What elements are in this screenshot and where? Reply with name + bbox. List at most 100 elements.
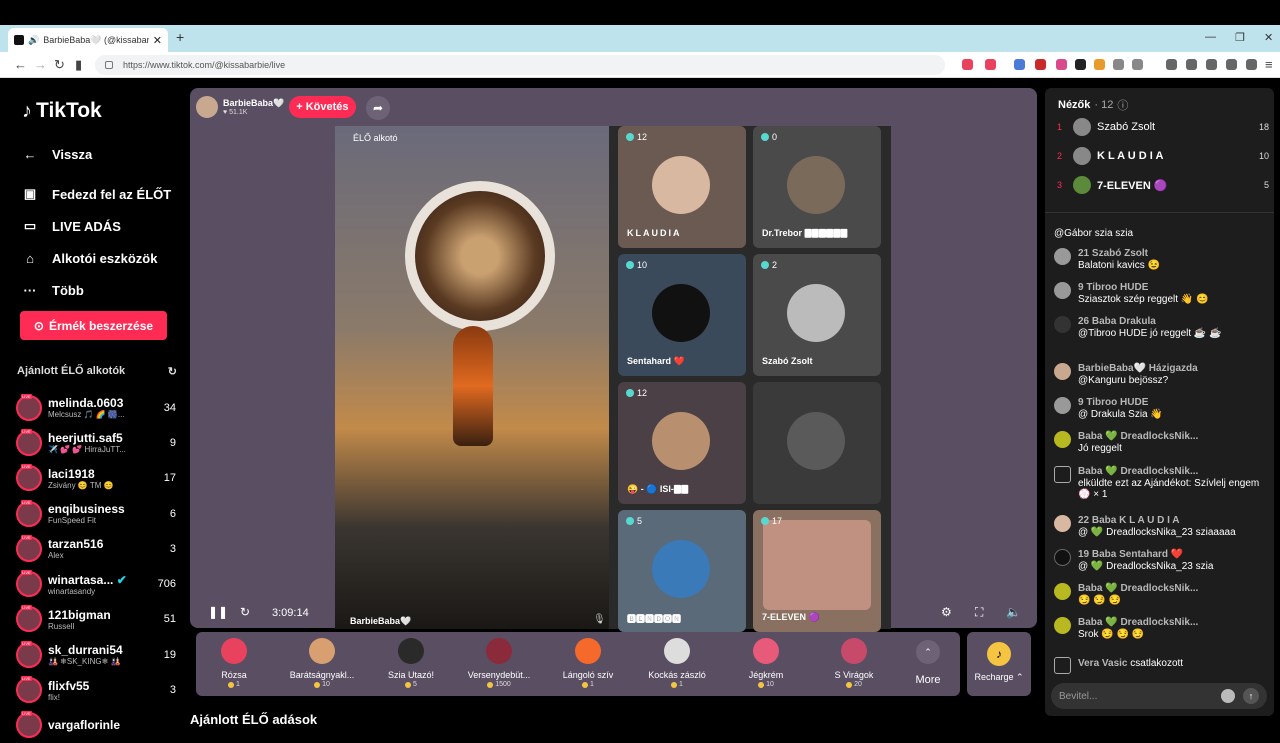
avatar[interactable] xyxy=(1054,617,1071,634)
guest-tile[interactable]: 12 😜 - 🔵 ISI-🀫🀫 xyxy=(618,382,746,504)
avatar[interactable] xyxy=(1054,583,1071,600)
nav-more[interactable]: ··· Több xyxy=(22,274,182,306)
extension-color-icon[interactable] xyxy=(1094,59,1105,70)
browser-tab[interactable]: 🔊 BarbieBaba🤍 (@kissabarbie ✕ xyxy=(8,28,168,52)
guest-tile[interactable]: 2 Szabó Zsolt xyxy=(753,254,881,376)
minimize-icon[interactable]: — xyxy=(1205,31,1216,43)
nav-back[interactable]: ← Vissza xyxy=(22,138,182,170)
top-viewer[interactable]: 2K L A U D I A 10 xyxy=(1057,145,1269,167)
close-window-icon[interactable]: ✕ xyxy=(1264,31,1273,44)
avatar[interactable] xyxy=(1054,248,1071,265)
video-player[interactable]: ÉLŐ alkotó BarbieBaba🤍 🎙 12 KLAUDIA 0 Dr.T… xyxy=(335,126,891,632)
maximize-icon[interactable]: ❐ xyxy=(1235,31,1245,44)
recharge-button[interactable]: ♪ Recharge ⌃ xyxy=(967,632,1031,696)
avatar[interactable] xyxy=(1054,431,1071,448)
rec-item[interactable]: sk_durrani54🎎 ❄SK_KING❄ 🎎19 xyxy=(16,637,176,672)
site-info-icon[interactable] xyxy=(105,61,113,69)
rec-item[interactable]: winartasa... ✔winartasandy706 xyxy=(16,566,176,601)
tiktok-page: ♪ TikTok ← Vissza ▣ Fedezd fel az ÉLŐT ▭ LIV… xyxy=(0,78,1280,739)
new-tab-icon[interactable]: + xyxy=(176,29,184,45)
avatar[interactable] xyxy=(1054,316,1071,333)
avatar[interactable] xyxy=(1054,397,1071,414)
volume-icon[interactable]: 🔈 xyxy=(1006,605,1021,619)
tiktok-favicon-icon xyxy=(14,35,24,45)
gift-item[interactable]: Kockás zászló 1 xyxy=(633,638,721,688)
chat-input[interactable]: Bevitel... ↑ xyxy=(1051,683,1267,709)
nav-live-studio[interactable]: ▭ LIVE ADÁS xyxy=(22,210,182,242)
share-icon[interactable]: ➦ xyxy=(366,96,390,120)
gift-item[interactable]: Rózsa 1 xyxy=(190,638,278,688)
nav-creator-tools[interactable]: ⌂ Alkotói eszközök xyxy=(22,242,182,274)
avatar[interactable] xyxy=(1054,282,1071,299)
nav-explore-live[interactable]: ▣ Fedezd fel az ÉLŐT xyxy=(22,178,182,210)
gift-item[interactable]: Versenydebüt... 1500 xyxy=(455,638,543,688)
sidebar-icon[interactable] xyxy=(1186,59,1197,70)
settings-gear-icon[interactable]: ⚙ xyxy=(941,605,952,619)
menu-icon[interactable]: ≡ xyxy=(1265,57,1273,72)
host-avatar[interactable] xyxy=(196,96,218,118)
top-viewer[interactable]: 1 Szabó Zsolt 18 xyxy=(1057,116,1269,138)
rec-item[interactable]: melinda.0603Melcsusz 🎵 🌈 🎆...34 xyxy=(16,390,176,425)
gift-item[interactable]: Barátságnyakl... 10 xyxy=(278,638,366,688)
back-icon[interactable]: ← xyxy=(14,57,27,72)
more-gifts-button[interactable]: ⌃ More xyxy=(906,640,950,686)
avatar[interactable] xyxy=(1054,549,1071,566)
refresh-stream-icon[interactable]: ↻ xyxy=(240,605,250,619)
host-bar: BarbieBaba🤍 ♥ 51.1K + Követés xyxy=(196,94,376,120)
chat-message: BarbieBaba🤍 Házigazda @Kanguru bejössz? xyxy=(1054,363,1269,386)
avatar[interactable] xyxy=(1054,515,1071,532)
extension-hls-icon[interactable] xyxy=(1056,59,1067,70)
info-icon[interactable]: ⓘ xyxy=(1117,97,1128,113)
get-coins-button[interactable]: ⊙ Érmék beszerzése xyxy=(20,311,167,340)
rec-item[interactable]: tarzan516Alex3 xyxy=(16,531,176,566)
extension-dark-icon[interactable] xyxy=(1075,59,1086,70)
forward-icon[interactable]: → xyxy=(34,57,47,72)
guest-tile[interactable]: 12 KLAUDIA xyxy=(618,126,746,248)
extension-shield-icon[interactable] xyxy=(962,59,973,70)
avatar[interactable] xyxy=(1054,363,1071,380)
media-icon[interactable] xyxy=(1166,59,1177,70)
avatar xyxy=(16,605,42,633)
reload-icon[interactable]: ↻ xyxy=(54,57,65,73)
rec-item[interactable]: 121bigmanRussell51 xyxy=(16,602,176,637)
extension-triangle-icon[interactable] xyxy=(985,59,996,70)
gift-item[interactable]: Lángoló szív 1 xyxy=(544,638,632,688)
avatar xyxy=(16,640,42,668)
gift-item[interactable]: S Virágok 20 xyxy=(810,638,898,688)
guest-avatar xyxy=(787,156,845,214)
chat-message: Baba 💚 DreadlocksNik... 😏 😏 😏 xyxy=(1054,583,1269,606)
flowers-gift-icon xyxy=(841,638,867,664)
wallet-icon[interactable] xyxy=(1206,59,1217,70)
rec-item[interactable]: vargaflorinle xyxy=(16,708,176,743)
extension-k-icon[interactable] xyxy=(1035,59,1046,70)
extension-gear-icon[interactable] xyxy=(1132,59,1143,70)
send-icon[interactable]: ↑ xyxy=(1243,688,1259,704)
rec-item[interactable]: enqibusinessFunSpeed Fit6 xyxy=(16,496,176,531)
tiktok-logo[interactable]: ♪ TikTok xyxy=(22,99,102,123)
guest-tile[interactable]: 10 Sentahard ❤️ xyxy=(618,254,746,376)
refresh-icon[interactable]: ↻ xyxy=(168,365,177,378)
recommended-list: melinda.0603Melcsusz 🎵 🌈 🎆...34 heerjutt… xyxy=(16,390,176,743)
pause-icon[interactable]: ❚❚ xyxy=(208,605,228,619)
empty-guest-slot[interactable] xyxy=(753,382,881,504)
speaker-icon: 🔊 xyxy=(28,34,40,45)
downloads-icon[interactable] xyxy=(1226,59,1237,70)
url-field[interactable]: https://www.tiktok.com/@kissabarbie/live xyxy=(95,55,945,75)
guest-tile[interactable]: 0 Dr.Trebor 🀫🀫🀫🀫🀫🀫 xyxy=(753,126,881,248)
extension-puzzle-icon[interactable] xyxy=(1113,59,1124,70)
shield-icon[interactable] xyxy=(1246,59,1257,70)
follow-button[interactable]: + Követés xyxy=(289,96,356,118)
close-tab-icon[interactable]: ✕ xyxy=(153,34,162,47)
rec-item[interactable]: flixfv55flix!3 xyxy=(16,672,176,707)
gift-item[interactable]: Szia Utazó! 5 xyxy=(367,638,455,688)
rec-item[interactable]: laci1918Zsivány 😊 TM 😊17 xyxy=(16,461,176,496)
extension-translate-icon[interactable] xyxy=(1014,59,1025,70)
race-debut-gift-icon xyxy=(486,638,512,664)
bookmark-icon[interactable]: ▮ xyxy=(75,57,82,73)
top-viewer[interactable]: 3 7-ELEVEN 🟣 5 xyxy=(1057,174,1269,196)
fullscreen-icon[interactable]: ⛶ xyxy=(975,605,983,620)
gift-item[interactable]: Jégkrém 10 xyxy=(722,638,810,688)
rec-item[interactable]: heerjutti.saf5✈️ 💕 💕 HirraJuTT...9 xyxy=(16,425,176,460)
coin-icon: ⊙ xyxy=(33,318,44,333)
emoji-icon[interactable] xyxy=(1221,689,1235,703)
